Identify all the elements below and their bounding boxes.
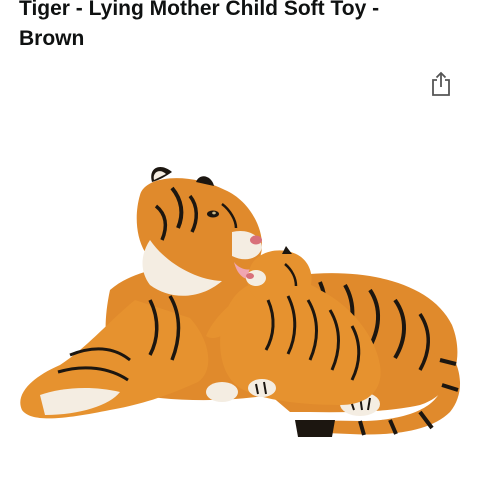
share-button[interactable] (428, 70, 454, 98)
product-image[interactable] (0, 160, 480, 450)
product-title: Tiger - Lying Mother Child Soft Toy - Br… (19, 0, 380, 50)
share-icon (432, 71, 450, 96)
